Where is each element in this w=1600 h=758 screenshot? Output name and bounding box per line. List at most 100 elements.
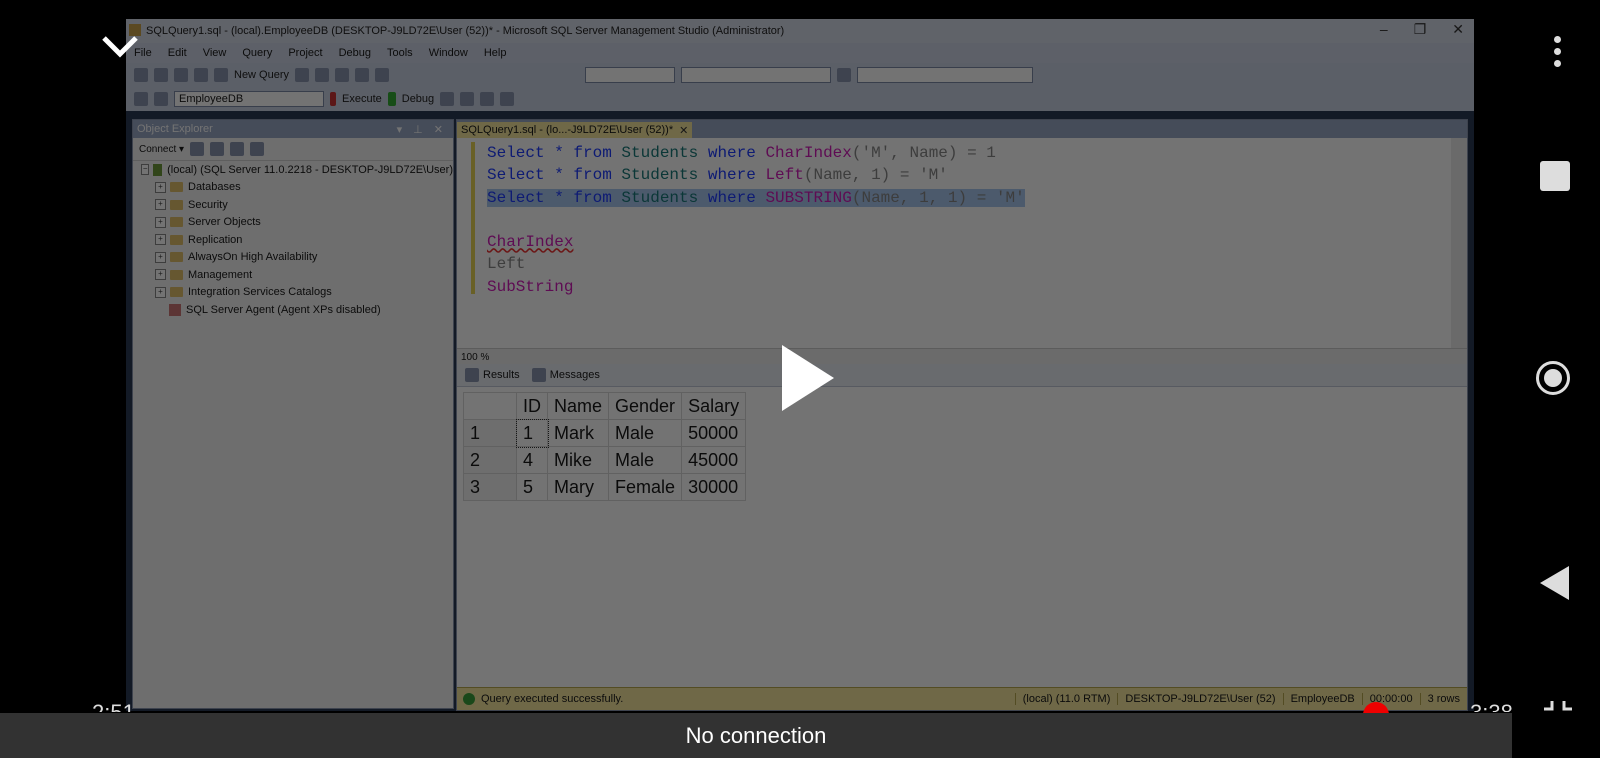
- chevron-down-icon[interactable]: [100, 30, 140, 60]
- tab-label: SQLQuery1.sql - (lo...-J9LD72E\User (52)…: [461, 124, 674, 136]
- folder-icon: [170, 252, 183, 263]
- code-line: Select * from Students where CharIndex('…: [487, 142, 1025, 164]
- query-status-bar: Query executed successfully. (local) (11…: [457, 687, 1467, 710]
- results-header-row: ID Name Gender Salary: [463, 392, 747, 420]
- row-number: 1: [463, 419, 517, 447]
- code-token: Left: [765, 166, 804, 185]
- code-token: (Name, 1, 1) = 'M': [851, 188, 1025, 207]
- menu-view: View: [202, 47, 227, 59]
- results-grid-icon: [460, 92, 475, 106]
- filter-icon: [230, 142, 245, 156]
- row-number: 2: [463, 446, 517, 474]
- save-icon: [174, 68, 188, 82]
- folder-icon: [170, 199, 183, 210]
- column-header: Gender: [608, 392, 683, 420]
- table-cell: Mary: [546, 473, 610, 501]
- row-number-header: [463, 392, 517, 420]
- table-cell: Male: [608, 419, 683, 447]
- query-editor: Select * from Students where CharIndex('…: [457, 138, 1467, 348]
- code-token: Select * from: [487, 144, 622, 162]
- table-row: 3 5 Mary Female 30000: [463, 473, 747, 501]
- expand-icon: +: [155, 181, 166, 193]
- menu-help: Help: [483, 47, 507, 59]
- table-cell: Mike: [546, 446, 610, 474]
- code-line: Left: [487, 253, 1025, 275]
- object-explorer-header: Object Explorer ▾ ⊥ ✕: [133, 120, 453, 138]
- save-all-icon: [194, 68, 208, 82]
- table-row: 2 4 Mike Male 45000: [463, 446, 747, 474]
- table-cell: Mark: [546, 419, 610, 447]
- execute-icon: [330, 92, 336, 106]
- table-row: 1 1 Mark Male 50000: [463, 418, 747, 448]
- agent-icon: [169, 303, 181, 316]
- code-token: Students: [621, 188, 699, 207]
- success-icon: [463, 693, 475, 705]
- expand-icon: +: [155, 216, 166, 228]
- close-icon: ✕: [1452, 21, 1464, 37]
- expand-icon: +: [155, 269, 166, 281]
- code-token: CharIndex: [765, 144, 852, 162]
- back-icon[interactable]: [1540, 566, 1569, 600]
- ssms-title: SQLQuery1.sql - (local).EmployeeDB (DESK…: [146, 25, 785, 37]
- code-token: ('M', Name) = 1: [851, 144, 996, 162]
- menu-debug: Debug: [338, 47, 371, 59]
- table-cell: 5: [516, 473, 548, 501]
- video-player-screen: SQLQuery1.sql - (local).EmployeeDB (DESK…: [0, 0, 1600, 758]
- connect-db-icon: [190, 142, 205, 156]
- ssms-toolbar-standard: New Query: [126, 63, 1474, 87]
- server-label: (local) (SQL Server 11.0.2218 - DESKTOP-…: [167, 163, 453, 176]
- code-line: SubString: [487, 276, 1025, 298]
- expand-icon: +: [155, 199, 166, 211]
- disconnect-icon: [210, 142, 225, 156]
- tab-results: Results: [465, 368, 520, 382]
- undo-icon: [355, 68, 370, 82]
- play-icon[interactable]: [782, 345, 834, 411]
- row-number: 3: [463, 473, 517, 501]
- zoom-row: 100 %: [457, 348, 1467, 365]
- status-details: (local) (11.0 RTM) DESKTOP-J9LD72E\User …: [1014, 693, 1467, 705]
- tab-close-icon: ✕: [679, 124, 689, 137]
- query-document: SQLQuery1.sql - (lo...-J9LD72E\User (52)…: [456, 119, 1468, 711]
- debug-icon: [387, 92, 396, 106]
- collapse-icon: −: [141, 164, 150, 176]
- object-explorer-controls: ▾ ⊥ ✕: [396, 123, 447, 136]
- code-token: Students: [621, 144, 699, 162]
- tree-node-label: Integration Services Catalogs: [188, 286, 332, 299]
- home-icon[interactable]: [1536, 361, 1570, 395]
- code-token: where: [698, 188, 766, 207]
- code-lines: Select * from Students where CharIndex('…: [487, 142, 1025, 298]
- indent-icon: [500, 92, 515, 106]
- menu-edit: Edit: [167, 47, 187, 59]
- table-cell: Male: [608, 446, 683, 474]
- object-explorer-title: Object Explorer: [137, 123, 213, 135]
- maximize-icon: ❐: [1413, 21, 1427, 37]
- column-header: Name: [546, 392, 610, 420]
- code-line: Select * from Students where Left(Name, …: [487, 164, 1025, 186]
- tree-node: + Integration Services Catalogs: [141, 284, 453, 302]
- solution-config-combo: [585, 67, 676, 83]
- platform-combo: [681, 67, 832, 83]
- tree-node: + AlwaysOn High Availability: [141, 249, 453, 267]
- menu-query: Query: [242, 47, 273, 59]
- tree-node: + Replication: [141, 231, 453, 249]
- object-tree: − (local) (SQL Server 11.0.2218 - DESKTO…: [133, 161, 453, 319]
- window-controls: – ❐ ✕: [1380, 21, 1464, 38]
- debug-label: Debug: [401, 93, 435, 105]
- tree-node: + Server Objects: [141, 214, 453, 232]
- find-combo: [857, 67, 1034, 83]
- status-db: EmployeeDB: [1282, 693, 1362, 705]
- code-token: Select * from: [487, 188, 622, 207]
- tab-sqlquery1: SQLQuery1.sql - (lo...-J9LD72E\User (52)…: [457, 122, 693, 138]
- column-header: Salary: [681, 392, 747, 420]
- tab-messages-label: Messages: [549, 369, 600, 381]
- find-icon: [837, 68, 852, 82]
- recents-icon[interactable]: [1540, 161, 1570, 191]
- table-cell: 30000: [681, 473, 747, 501]
- folder-icon: [170, 182, 183, 193]
- folder-icon: [170, 269, 183, 280]
- tree-node-label: Security: [188, 198, 228, 211]
- ssms-titlebar: SQLQuery1.sql - (local).EmployeeDB (DESK…: [126, 19, 1474, 43]
- status-user: DESKTOP-J9LD72E\User (52): [1117, 693, 1282, 705]
- comment-icon: [480, 92, 495, 106]
